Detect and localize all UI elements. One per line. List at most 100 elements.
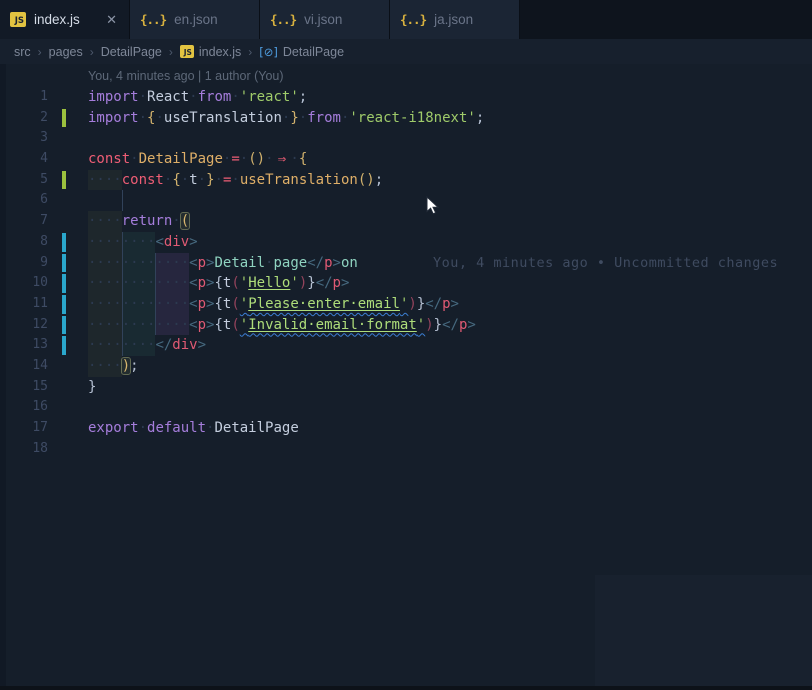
- line-number: 16: [0, 397, 48, 418]
- code-text: import·{·useTranslation·}·from·'react-i1…: [88, 108, 484, 129]
- code-text: const·DetailPage·=·()·⇒·{: [88, 149, 307, 170]
- tab-bar: JS index.js ✕ {..} en.json {..} vi.json …: [0, 0, 812, 39]
- indent-guide: [122, 190, 123, 211]
- tab-bar-empty-space: [520, 0, 812, 39]
- code-text: ········<div>: [88, 232, 198, 253]
- code-text: ········</div>: [88, 335, 206, 356]
- code-line[interactable]: 10 ············<p>{t('Hello')}</p>: [0, 273, 812, 294]
- code-line[interactable]: 11 ············<p>{t('Please·enter·email'…: [0, 294, 812, 315]
- i18n-key-link[interactable]: Hello: [248, 275, 290, 291]
- breadcrumb: src › pages › DetailPage › JS index.js ›…: [0, 39, 812, 64]
- window-bottom-edge: [0, 686, 812, 690]
- warning-squiggle: Please·enter·email: [248, 296, 400, 312]
- gutter-change-bar-modified[interactable]: [62, 233, 66, 252]
- line-number: 9: [0, 253, 48, 274]
- i18n-key-link[interactable]: Invalid·email·format: [248, 317, 417, 333]
- tab-index-js[interactable]: JS index.js ✕: [0, 0, 130, 39]
- code-line[interactable]: 5 ····const·{·t·}·=·useTranslation();: [0, 170, 812, 191]
- line-number: 15: [0, 377, 48, 398]
- gutter-change-bar-added[interactable]: [62, 109, 66, 128]
- code-text: export·default·DetailPage: [88, 418, 299, 439]
- code-line[interactable]: 15}: [0, 377, 812, 398]
- code-line[interactable]: 17 export·default·DetailPage: [0, 418, 812, 439]
- js-file-icon: JS: [180, 45, 194, 58]
- code-text: ····return·(: [88, 211, 189, 232]
- breadcrumb-item-src[interactable]: src: [14, 45, 31, 59]
- mouse-pointer: [426, 196, 439, 220]
- line-number: 10: [0, 273, 48, 294]
- code-line[interactable]: 12 ············<p>{t('Invalid·email·forma…: [0, 315, 812, 336]
- warning-squiggle: ': [417, 317, 425, 333]
- tab-label: index.js: [34, 12, 80, 27]
- code-line[interactable]: 6: [0, 190, 812, 211]
- line-number: 17: [0, 418, 48, 439]
- line-number: 11: [0, 294, 48, 315]
- tab-label: ja.json: [434, 12, 473, 27]
- code-line[interactable]: 14 ····);: [0, 356, 812, 377]
- line-number: 4: [0, 149, 48, 170]
- tab-ja-json[interactable]: {..} ja.json: [390, 0, 520, 39]
- code-text: ····);: [88, 356, 139, 377]
- git-blame-annotation: You, 4 minutes ago • Uncommitted changes: [433, 253, 778, 274]
- code-line[interactable]: 9 ············<p>Detail·page</p>on You, 4 …: [0, 253, 812, 274]
- chevron-right-icon: ›: [90, 45, 94, 59]
- line-number: 6: [0, 190, 48, 211]
- tab-label: en.json: [174, 12, 218, 27]
- chevron-right-icon: ›: [248, 45, 252, 59]
- warning-squiggle: Invalid·email·format: [248, 317, 417, 333]
- tab-en-json[interactable]: {..} en.json: [130, 0, 260, 39]
- code-text: ············<p>{t('Invalid·email·format'…: [88, 315, 476, 336]
- code-line[interactable]: 16: [0, 397, 812, 418]
- breadcrumb-item-pages[interactable]: pages: [49, 45, 83, 59]
- code-line[interactable]: 18: [0, 439, 812, 460]
- close-icon[interactable]: ✕: [104, 12, 119, 28]
- gutter-change-bar-modified[interactable]: [62, 274, 66, 293]
- code-text: ············<p>Detail·page</p>on: [88, 253, 358, 274]
- i18n-key-link[interactable]: Please·enter·email: [248, 296, 400, 312]
- code-line[interactable]: 3: [0, 128, 812, 149]
- code-text: import·React·from·'react';: [88, 87, 307, 108]
- code-text: }: [88, 377, 96, 398]
- line-number: 2: [0, 108, 48, 129]
- line-number: 7: [0, 211, 48, 232]
- json-file-icon: {..}: [140, 12, 166, 27]
- chevron-right-icon: ›: [169, 45, 173, 59]
- json-file-icon: {..}: [270, 12, 296, 27]
- code-line[interactable]: 8 ········<div>: [0, 232, 812, 253]
- tab-vi-json[interactable]: {..} vi.json: [260, 0, 390, 39]
- warning-squiggle: ': [240, 296, 248, 312]
- breadcrumb-label: DetailPage: [283, 45, 344, 59]
- code-line[interactable]: 2 import·{·useTranslation·}·from·'react-i…: [0, 108, 812, 129]
- line-number: 13: [0, 335, 48, 356]
- code-editor[interactable]: You, 4 minutes ago | 1 author (You) 1 imp…: [0, 64, 812, 690]
- line-number: 3: [0, 128, 48, 149]
- breadcrumb-label: index.js: [199, 45, 241, 59]
- code-line[interactable]: 1 import·React·from·'react';: [0, 87, 812, 108]
- gutter-change-bar-added[interactable]: [62, 171, 66, 190]
- breadcrumb-item-detailpage-folder[interactable]: DetailPage: [101, 45, 162, 59]
- codelens-annotation[interactable]: You, 4 minutes ago | 1 author (You): [0, 64, 812, 87]
- breadcrumb-item-detailpage-symbol[interactable]: [⊘] DetailPage: [259, 45, 344, 59]
- json-file-icon: {..}: [400, 12, 426, 27]
- gutter-change-bar-modified[interactable]: [62, 316, 66, 335]
- code-line[interactable]: 13 ········</div>: [0, 335, 812, 356]
- gutter-change-bar-modified[interactable]: [62, 295, 66, 314]
- line-number: 12: [0, 315, 48, 336]
- symbol-icon: [⊘]: [259, 45, 278, 59]
- vscode-window: JS index.js ✕ {..} en.json {..} vi.json …: [0, 0, 812, 690]
- code-text: ····const·{·t·}·=·useTranslation();: [88, 170, 383, 191]
- line-number: 18: [0, 439, 48, 460]
- code-line[interactable]: 4 const·DetailPage·=·()·⇒·{: [0, 149, 812, 170]
- line-number: 14: [0, 356, 48, 377]
- breadcrumb-item-index-js[interactable]: JS index.js: [180, 45, 241, 59]
- js-file-icon: JS: [10, 12, 26, 27]
- code-text: ············<p>{t('Hello')}</p>: [88, 273, 349, 294]
- gutter-change-bar-modified[interactable]: [62, 336, 66, 355]
- code-text: ············<p>{t('Please·enter·email')}…: [88, 294, 459, 315]
- line-number: 5: [0, 170, 48, 191]
- line-number: 8: [0, 232, 48, 253]
- gutter-change-bar-modified[interactable]: [62, 254, 66, 273]
- line-number: 1: [0, 87, 48, 108]
- empty-panel-region: [595, 575, 812, 690]
- code-line[interactable]: 7 ····return·(: [0, 211, 812, 232]
